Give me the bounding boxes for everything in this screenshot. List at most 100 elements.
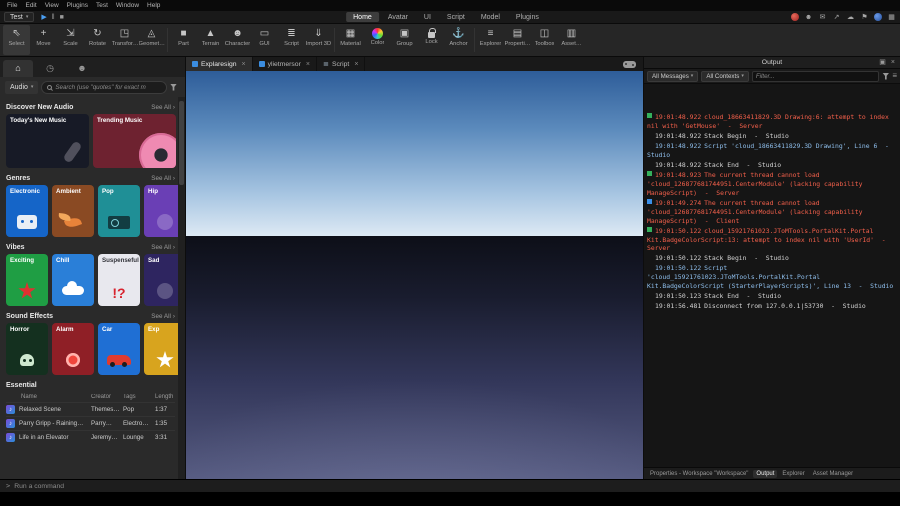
menu-item[interactable]: Plugins xyxy=(63,2,92,9)
see-all-link[interactable]: See All › xyxy=(151,104,175,111)
audio-category-card[interactable]: Electronic xyxy=(6,185,48,237)
user-avatar-red[interactable] xyxy=(791,13,799,21)
character-button[interactable]: ☻ Character xyxy=(224,25,251,55)
ribbon-tab[interactable]: Home xyxy=(346,12,379,22)
ribbon-tab[interactable]: UI xyxy=(417,12,438,22)
lock-button[interactable]: Lock xyxy=(418,25,445,55)
ribbon-button-icon: ▲ xyxy=(205,27,216,39)
menu-item[interactable]: Window xyxy=(112,2,143,9)
share-icon[interactable]: ↗ xyxy=(832,14,841,21)
audio-category-card[interactable]: Chill xyxy=(52,254,94,306)
audio-category-card[interactable]: Exciting xyxy=(6,254,48,306)
document-tab[interactable]: ≣ Script × xyxy=(317,57,366,71)
scale-tool-button[interactable]: ⇲ Scale xyxy=(57,25,84,55)
recent-tab[interactable]: ◷ xyxy=(35,60,65,77)
menu-item[interactable]: Test xyxy=(92,2,112,9)
see-all-link[interactable]: See All › xyxy=(151,313,175,320)
user-avatar-blue[interactable] xyxy=(874,13,882,21)
rotate-tool-button[interactable]: ↻ Rotate xyxy=(84,25,111,55)
contexts-filter-dropdown[interactable]: All Contexts ▾ xyxy=(701,70,749,82)
menubar: File Edit View Plugins Test Window Help xyxy=(0,0,900,11)
test-mode-dropdown[interactable]: Test ▾ xyxy=(4,12,35,22)
messages-filter-dropdown[interactable]: All Messages ▾ xyxy=(647,70,699,82)
tab-close-icon[interactable]: × xyxy=(242,61,246,68)
toolbox-button[interactable]: ◫ Toolbox xyxy=(531,25,558,55)
audio-category-card[interactable]: Trending Music xyxy=(93,114,176,168)
play-button[interactable]: ▶ xyxy=(41,14,46,21)
ribbon-tab[interactable]: Script xyxy=(440,12,472,22)
document-tab[interactable]: Explaresign × xyxy=(186,57,253,71)
transform-tool-button[interactable]: ◳ Transfor… xyxy=(111,25,138,55)
panel-tab[interactable]: Asset Manager xyxy=(810,470,856,478)
panel-tab[interactable]: Output xyxy=(753,469,778,478)
ribbon-tab[interactable]: Model xyxy=(474,12,507,22)
close-icon[interactable]: × xyxy=(891,59,895,66)
menu-item[interactable]: Help xyxy=(143,2,164,9)
column-header-length: Length xyxy=(155,394,174,400)
move-tool-button[interactable]: + Move xyxy=(30,25,57,55)
audio-table-row[interactable]: ♪ Parry Gripp - Raining… Parry… Electro… … xyxy=(6,416,175,430)
stop-button[interactable]: ■ xyxy=(60,14,64,21)
audio-category-card[interactable]: Car xyxy=(98,323,140,375)
notifications-icon[interactable]: ⚑ xyxy=(860,14,869,21)
panel-tab[interactable]: Explorer xyxy=(779,470,807,478)
properties-button[interactable]: ▤ Properti… xyxy=(504,25,531,55)
collaborate-icon[interactable]: ☻ xyxy=(804,14,813,21)
scrollbar-thumb[interactable] xyxy=(179,101,184,185)
gui-button[interactable]: ▭ GUI xyxy=(251,25,278,55)
filter-icon[interactable] xyxy=(882,72,890,80)
geometric-tool-button[interactable]: ◬ Geomet… xyxy=(138,25,165,55)
audio-table-row[interactable]: ♪ Relaxed Scene Themes… Pop 1:37 xyxy=(6,402,175,416)
creations-tab[interactable]: ☻ xyxy=(67,60,97,77)
audio-category-card[interactable]: Pop xyxy=(98,185,140,237)
ribbon-tab[interactable]: Plugins xyxy=(509,12,546,22)
gamepad-icon[interactable] xyxy=(623,60,636,68)
apps-grid-icon[interactable]: ▦ xyxy=(887,14,896,21)
document-tab[interactable]: ylietmersor × xyxy=(253,57,317,71)
audio-category-card[interactable]: Horror xyxy=(6,323,48,375)
audio-category-card[interactable]: Ambient xyxy=(52,185,94,237)
category-dropdown[interactable]: Audio ▾ xyxy=(5,80,39,94)
output-menu-icon[interactable]: ≡ xyxy=(892,72,897,80)
tab-close-icon[interactable]: × xyxy=(354,61,358,68)
import-3d-button[interactable]: ⇓ Import 3D xyxy=(305,25,332,55)
audio-category-card[interactable]: Suspenseful !? xyxy=(98,254,140,306)
command-bar[interactable]: > Run a command xyxy=(0,479,900,492)
output-filter-input[interactable] xyxy=(755,72,876,80)
anchor-button[interactable]: ⚓ Anchor xyxy=(445,25,472,55)
dock-icon[interactable]: ▣ xyxy=(879,59,886,66)
ribbon-tab[interactable]: Avatar xyxy=(381,12,415,22)
command-placeholder: Run a command xyxy=(14,482,65,490)
audio-table-row[interactable]: ♪ Life in an Elevator Jeremy… Lounge 3:31 xyxy=(6,430,175,444)
explorer-button[interactable]: ≡ Explorer xyxy=(477,25,504,55)
see-all-link[interactable]: See All › xyxy=(151,175,175,182)
menu-item[interactable]: Edit xyxy=(21,2,40,9)
terrain-button[interactable]: ▲ Terrain xyxy=(197,25,224,55)
ribbon-divider[interactable] xyxy=(334,28,335,52)
toolbox-search-input[interactable] xyxy=(55,83,161,91)
tab-close-icon[interactable]: × xyxy=(306,61,310,68)
3d-viewport[interactable] xyxy=(186,71,643,479)
toolbox-scrollbar[interactable] xyxy=(178,97,185,479)
cloud-sync-icon[interactable]: ☁ xyxy=(846,14,855,21)
group-button[interactable]: ▣ Group xyxy=(391,25,418,55)
ribbon-divider[interactable] xyxy=(474,28,475,52)
audio-category-card[interactable]: Today's New Music xyxy=(6,114,89,168)
see-all-link[interactable]: See All › xyxy=(151,244,175,251)
test-mode-label: Test xyxy=(10,13,23,21)
audio-category-card[interactable]: Alarm xyxy=(52,323,94,375)
part-button[interactable]: ■ Part xyxy=(170,25,197,55)
asset-manager-button[interactable]: ▥ Asset… xyxy=(558,25,585,55)
material-button[interactable]: ▦ Material xyxy=(337,25,364,55)
color-button[interactable]: Color xyxy=(364,25,391,55)
ribbon-divider[interactable] xyxy=(167,28,168,52)
chat-icon[interactable]: ✉ xyxy=(818,14,827,21)
menu-item[interactable]: File xyxy=(3,2,21,9)
marketplace-tab[interactable]: ⌂ xyxy=(3,60,33,77)
pause-button[interactable]: ‖ xyxy=(52,14,55,21)
panel-tab[interactable]: Properties - Workspace "Workspace" xyxy=(647,470,751,478)
script-button[interactable]: ≣ Script xyxy=(278,25,305,55)
filter-icon[interactable] xyxy=(170,83,177,91)
select-tool-button[interactable]: ⇖ Select xyxy=(3,25,30,55)
menu-item[interactable]: View xyxy=(41,2,63,9)
